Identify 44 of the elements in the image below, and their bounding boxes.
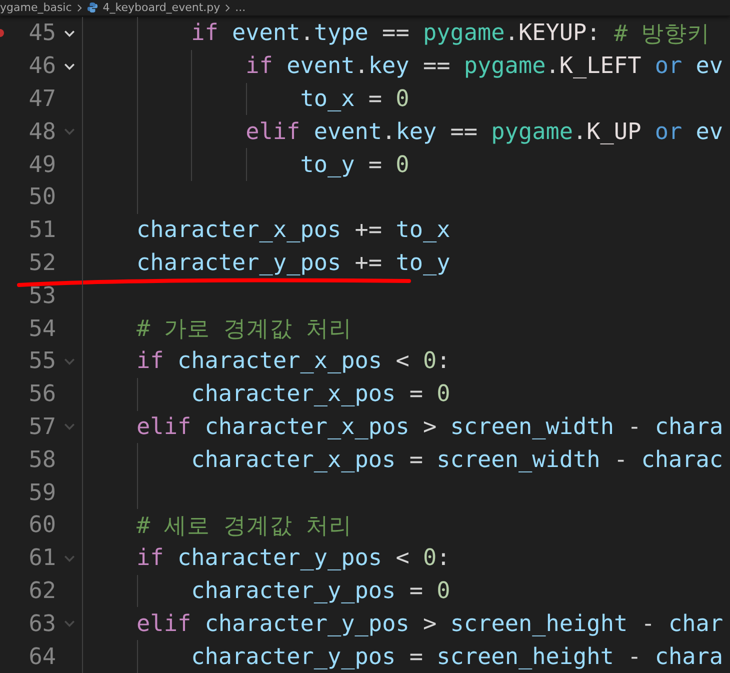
line-number: 54 <box>28 316 56 342</box>
line-number: 51 <box>28 217 56 244</box>
line-number: 48 <box>28 118 56 145</box>
code-line: if character_x_pos < 0: <box>82 344 450 378</box>
code-line: # 세로 경계값 처리 <box>82 508 352 542</box>
breadcrumb-more[interactable]: ... <box>235 1 246 14</box>
line-number: 59 <box>28 480 56 506</box>
code-line: if character_y_pos < 0: <box>82 542 450 575</box>
line-number: 61 <box>28 545 56 572</box>
line-number: 56 <box>28 381 56 408</box>
code-line: character_x_pos = 0 <box>82 378 450 411</box>
breadcrumb-item[interactable]: ygame_basic <box>0 1 72 14</box>
line-number: 49 <box>28 152 56 178</box>
code-line: character_y_pos = 0 <box>82 574 450 608</box>
code-line: elif event.key == pygame.K_UP or ev <box>82 115 724 148</box>
code-line: character_x_pos += to_x <box>82 214 450 247</box>
line-number: 64 <box>28 644 56 670</box>
breakpoint-icon[interactable] <box>0 29 4 38</box>
line-number: 63 <box>28 610 56 637</box>
code-line: character_y_pos += to_y <box>82 246 450 280</box>
line-number: 47 <box>28 86 56 112</box>
code-line: character_x_pos = screen_width - charac <box>82 443 724 476</box>
line-number: 45 <box>28 20 56 46</box>
code-line: to_x = 0 <box>82 82 410 116</box>
code-line: elif character_x_pos > screen_width - chara <box>82 410 724 444</box>
code-line: elif character_y_pos > screen_height - char <box>82 607 724 640</box>
code-line: if event.key == pygame.K_LEFT or ev <box>82 50 724 83</box>
breadcrumb-item[interactable]: 4_keyboard_event.py <box>102 1 220 14</box>
code-line: # 가로 경계값 처리 <box>82 312 352 345</box>
line-number: 55 <box>28 348 56 374</box>
code-line: to_y = 0 <box>82 148 410 181</box>
line-number: 57 <box>28 414 56 440</box>
code-line: if event.type == pygame.KEYUP: # 방향키 <box>82 17 710 50</box>
line-number: 60 <box>28 512 56 538</box>
line-number: 50 <box>28 184 56 210</box>
line-number: 62 <box>28 578 56 604</box>
line-number: 52 <box>28 250 56 276</box>
code-line: character_y_pos = screen_height - chara <box>82 640 724 673</box>
line-number: 53 <box>28 282 56 309</box>
chevron-right-icon <box>76 4 82 12</box>
chevron-right-icon <box>225 4 230 12</box>
file-type-icon <box>86 2 98 13</box>
line-number: 46 <box>28 53 56 80</box>
line-number: 58 <box>28 446 56 473</box>
